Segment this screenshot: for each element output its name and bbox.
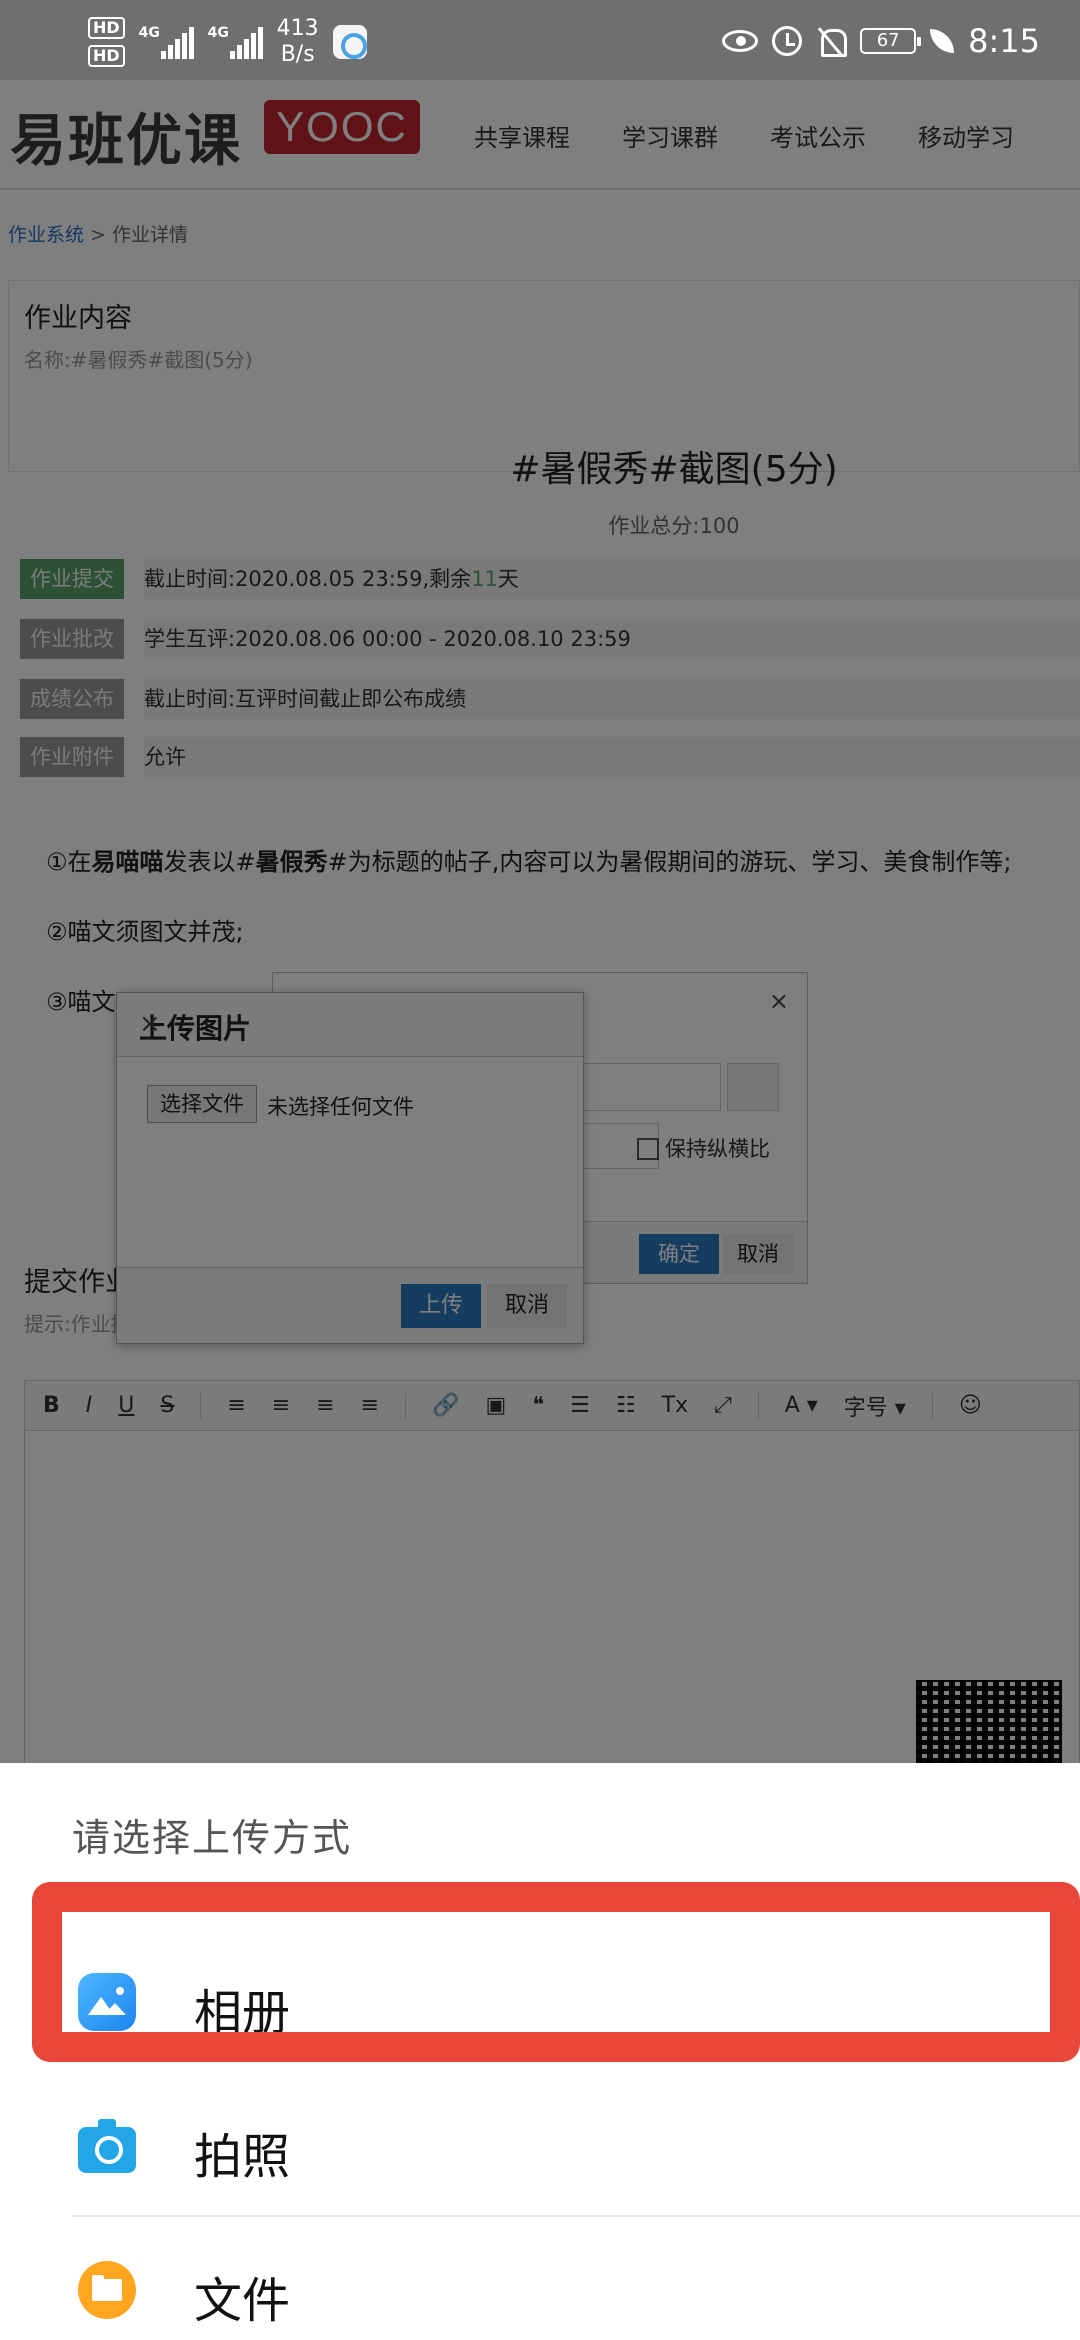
eye-comfort-icon xyxy=(722,30,759,52)
file-icon xyxy=(78,2261,136,2319)
option-label: 相册 xyxy=(194,1985,291,2041)
camera-icon xyxy=(78,2119,136,2173)
option-file[interactable]: 文件 xyxy=(0,2217,1080,2340)
option-camera[interactable]: 拍照 xyxy=(0,2073,1080,2217)
status-bar: HD HD 4G 4G 413 B/s 67 8:15 xyxy=(0,0,1080,80)
webpage: 易班优课 YOOC 共享课程 学习课群 考试公示 移动学习 作业系统 > 作业详… xyxy=(0,80,1080,1763)
eco-leaf-icon xyxy=(930,29,955,53)
battery-icon: 67 xyxy=(860,28,922,54)
option-album[interactable]: 相册 xyxy=(0,1929,1080,2073)
modal-overlay[interactable] xyxy=(0,80,1080,1763)
signal-2-icon: 4G xyxy=(208,25,263,59)
hd-indicator: HD HD xyxy=(88,17,125,67)
option-label: 拍照 xyxy=(194,2129,291,2185)
option-label: 文件 xyxy=(194,2273,291,2329)
upload-method-sheet: 请选择上传方式 相册 拍照 文件 xyxy=(0,1763,1080,2340)
alarm-icon xyxy=(772,26,803,56)
clock: 8:15 xyxy=(968,22,1040,60)
network-speed: 413 B/s xyxy=(276,16,319,67)
album-icon xyxy=(78,1973,136,2031)
browser-app-icon xyxy=(332,25,367,59)
mute-bell-icon xyxy=(816,26,848,57)
signal-1-icon: 4G xyxy=(139,25,194,59)
sheet-title: 请选择上传方式 xyxy=(72,1816,353,1860)
